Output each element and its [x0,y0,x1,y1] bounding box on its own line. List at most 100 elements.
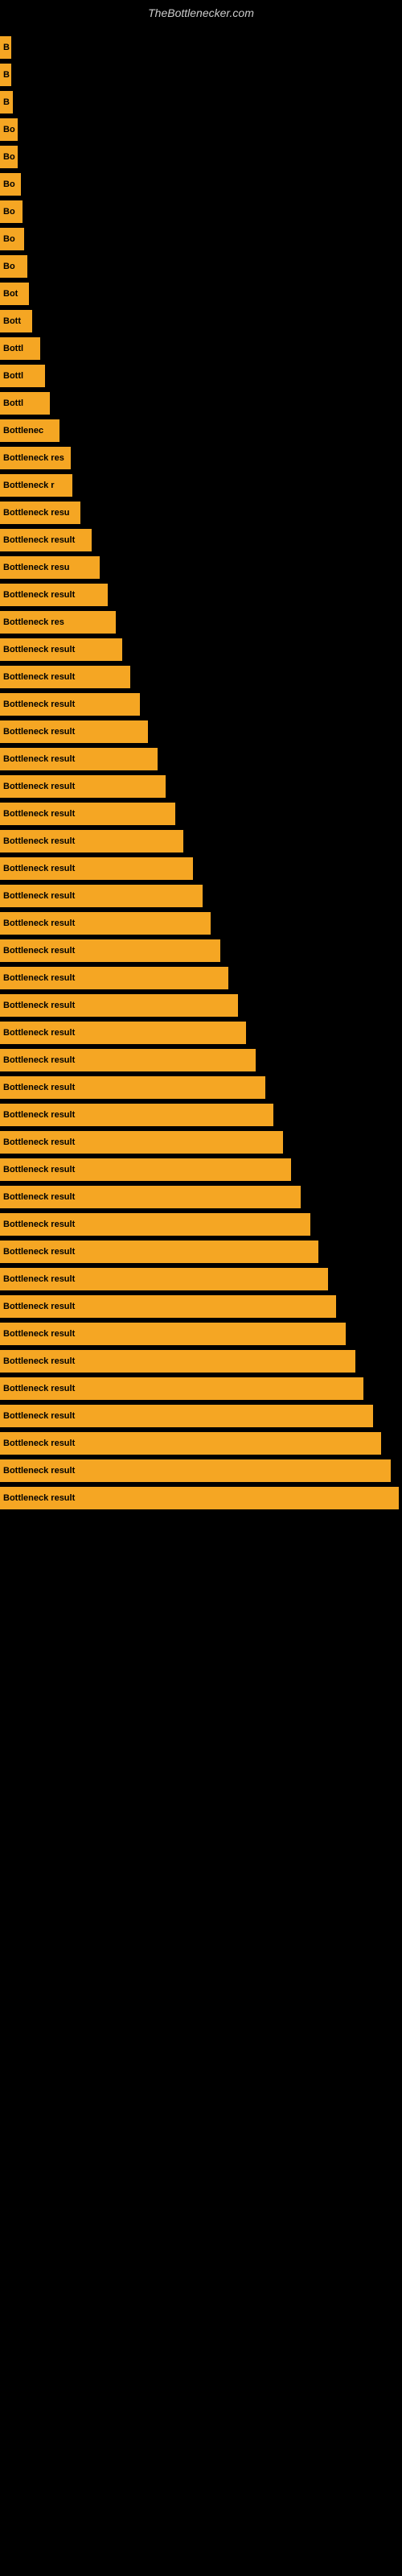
bar: Bottleneck result [0,885,203,907]
bar: Bottl [0,392,50,415]
bar-row: Bottleneck result [0,581,402,609]
bar-label: Bo [3,180,15,189]
bar-row: Bot [0,280,402,308]
bar-row: Bottleneck result [0,691,402,718]
bar-label: Bottleneck result [3,700,75,709]
bar: Bottleneck result [0,1241,318,1263]
bar-row: Bo [0,225,402,253]
bar: Bottleneck result [0,1487,399,1509]
bar: Bottleneck result [0,666,130,688]
bar-label: Bottleneck result [3,1055,75,1065]
bar: Bottleneck resu [0,502,80,524]
bar: Bottleneck result [0,1186,301,1208]
bar-label: B [3,70,10,80]
bar: Bottleneck result [0,912,211,935]
bar-label: Bottlenec [3,426,43,436]
bar-label: Bottleneck result [3,1329,75,1339]
bar-label: Bot [3,289,18,299]
bar-label: Bottleneck result [3,864,75,873]
bar-row: Bottleneck result [0,1402,402,1430]
site-title: TheBottlenecker.com [0,0,402,26]
bar-row: Bottleneck result [0,1238,402,1265]
bar-row: Bottleneck result [0,992,402,1019]
bar: Bottleneck result [0,803,175,825]
bar-label: Bottleneck result [3,1001,75,1010]
bar: B [0,64,11,86]
bar-label: Bo [3,262,15,271]
bar-label: Bottleneck res [3,453,64,463]
bar-row: Bottleneck result [0,1457,402,1484]
bar-label: Bottleneck result [3,809,75,819]
bar-row: Bottleneck result [0,882,402,910]
bar: Bottleneck result [0,1049,256,1071]
bar: Bottleneck result [0,830,183,852]
bar-row: B [0,89,402,116]
bar-row: Bottleneck result [0,773,402,800]
bar-label: B [3,97,10,107]
bar: Bo [0,173,21,196]
bar-row: Bottleneck result [0,1183,402,1211]
bar-row: Bottleneck resu [0,499,402,526]
bar: Bo [0,118,18,141]
bar: Bottleneck result [0,775,166,798]
bar: B [0,36,11,59]
bar-row: Bottleneck result [0,855,402,882]
bar-label: Bottleneck result [3,727,75,737]
bar-label: Bott [3,316,21,326]
bar-row: Bottleneck result [0,1484,402,1512]
bar: Bottleneck result [0,967,228,989]
bar: Bottleneck result [0,1268,328,1290]
bar: Bottleneck result [0,939,220,962]
bar: Bottleneck result [0,994,238,1017]
bar-row: Bo [0,198,402,225]
bar: Bottleneck result [0,1295,336,1318]
bar: Bottleneck res [0,447,71,469]
bar: Bottleneck result [0,529,92,551]
bar-row: Bott [0,308,402,335]
bar-row: Bottleneck result [0,1293,402,1320]
bar-label: Bottleneck result [3,1137,75,1147]
bar-label: Bottl [3,371,23,381]
bar-row: Bottleneck result [0,745,402,773]
bar-row: Bo [0,253,402,280]
bar-label: Bottleneck res [3,617,64,627]
bar-label: Bottleneck result [3,754,75,764]
bar-row: Bottleneck result [0,1101,402,1129]
bar: Bottleneck result [0,1459,391,1482]
bar: Bottleneck res [0,611,116,634]
bar-label: Bottleneck r [3,481,55,490]
bar-label: Bottleneck result [3,1356,75,1366]
bar-row: Bottleneck res [0,444,402,472]
bar-row: Bottleneck result [0,526,402,554]
bars-container: BBBBoBoBoBoBoBoBotBottBottlBottlBottlBot… [0,26,402,1520]
bar-label: Bottleneck result [3,1493,75,1503]
bar-label: Bottl [3,344,23,353]
bar-label: Bottl [3,398,23,408]
bar-row: Bottleneck result [0,800,402,828]
bar-row: Bottleneck resu [0,554,402,581]
bar-label: Bottleneck result [3,1083,75,1092]
bar-label: Bottleneck result [3,1192,75,1202]
bar-label: Bottleneck result [3,1110,75,1120]
bar-row: Bottleneck result [0,718,402,745]
bar-row: Bottleneck result [0,1019,402,1046]
bar-row: Bo [0,116,402,143]
bar: Bottleneck result [0,1158,291,1181]
bar: Bo [0,146,18,168]
bar-label: Bottleneck result [3,1220,75,1229]
bar-row: Bo [0,171,402,198]
bar-row: Bottleneck result [0,1375,402,1402]
bar: Bottleneck result [0,720,148,743]
bar: Bo [0,200,23,223]
bar-label: Bottleneck result [3,1384,75,1393]
bar-row: Bottleneck result [0,910,402,937]
bar-row: B [0,34,402,61]
bar: Bottl [0,365,45,387]
bar-row: Bottleneck result [0,1211,402,1238]
bar: Bottleneck r [0,474,72,497]
bar: Bottleneck result [0,1432,381,1455]
bar-row: Bottleneck result [0,964,402,992]
bar-row: Bottleneck result [0,1074,402,1101]
bar-row: Bottleneck result [0,1265,402,1293]
bar-row: Bottleneck result [0,937,402,964]
